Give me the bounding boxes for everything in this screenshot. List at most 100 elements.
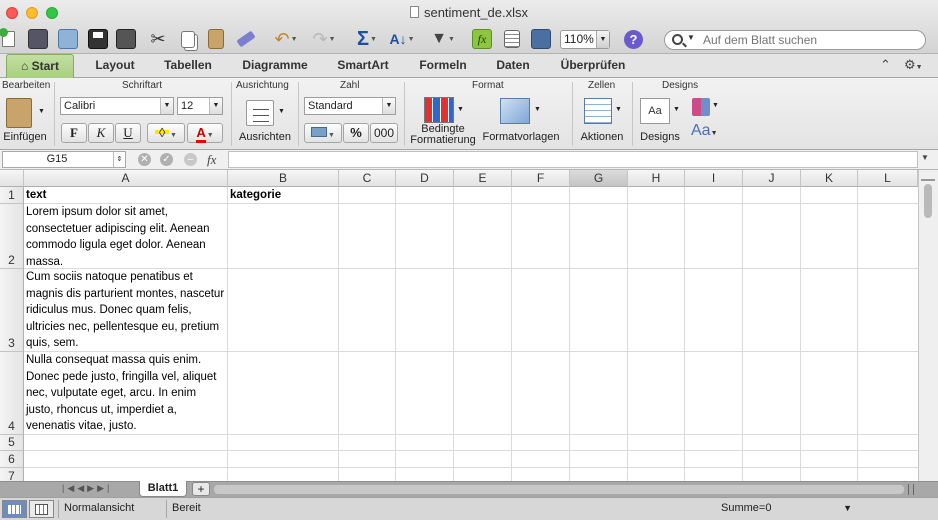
column-header-g[interactable]: G xyxy=(570,170,628,187)
templates-button[interactable] xyxy=(26,26,50,52)
align-dropdown-icon[interactable]: ▼ xyxy=(278,108,285,115)
format-painter-button[interactable] xyxy=(234,26,258,52)
redo-button[interactable]: ↷ ▼ xyxy=(306,26,342,52)
cut-button[interactable]: ✂ xyxy=(146,26,170,52)
number-format-select[interactable]: Standard ▼ xyxy=(304,97,396,115)
paste-large-icon[interactable] xyxy=(6,98,32,128)
tab-ueberpruefen[interactable]: Überprüfen xyxy=(550,54,636,78)
filter-button[interactable]: ▼ ▼ xyxy=(426,26,460,52)
cell-a6[interactable] xyxy=(24,451,228,468)
search-box[interactable]: ▼ xyxy=(664,30,926,50)
media-browser-button[interactable] xyxy=(500,26,524,52)
column-header-a[interactable]: A xyxy=(24,170,228,187)
cell-a5[interactable] xyxy=(24,435,228,451)
tab-layout[interactable]: Layout xyxy=(86,54,144,78)
cell-a7[interactable] xyxy=(24,468,228,481)
row-header[interactable]: 5 xyxy=(0,435,24,451)
name-box[interactable]: G15 ⇕ xyxy=(2,151,126,168)
formula-input[interactable] xyxy=(228,151,918,168)
confirm-formula-icon[interactable]: ✓ xyxy=(160,153,173,166)
column-header-e[interactable]: E xyxy=(454,170,512,187)
column-header-c[interactable]: C xyxy=(339,170,396,187)
search-input[interactable] xyxy=(701,32,921,48)
paste-dropdown-icon[interactable]: ▼ xyxy=(38,108,45,115)
aktionen-label[interactable]: Aktionen xyxy=(576,131,628,143)
row-header[interactable]: 6 xyxy=(0,451,24,468)
sheet-tab-blatt1[interactable]: Blatt1 xyxy=(139,481,187,497)
fill-color-button[interactable]: ◊ ▼ xyxy=(147,123,185,143)
paste-button[interactable] xyxy=(204,26,228,52)
cells-actions-dropdown-icon[interactable]: ▼ xyxy=(615,106,622,113)
format-styles-dropdown-icon[interactable]: ▼ xyxy=(534,106,541,113)
conditional-formatting-icon[interactable] xyxy=(424,97,454,123)
cell-b4[interactable] xyxy=(228,352,339,435)
copy-button[interactable] xyxy=(176,26,200,52)
designs-dropdown-icon[interactable]: ▼ xyxy=(673,106,680,113)
horizontal-scrollbar[interactable] xyxy=(214,485,904,494)
cell-a3[interactable]: Cum sociis natoque penatibus et magnis d… xyxy=(24,269,228,352)
help-icon[interactable]: ? xyxy=(624,30,643,49)
normal-view-button[interactable] xyxy=(2,500,27,518)
tab-formeln[interactable]: Formeln xyxy=(410,54,476,78)
sheet-navigation-arrows[interactable]: |◀◀▶▶| xyxy=(62,483,112,494)
cell-a1[interactable]: text xyxy=(24,187,228,204)
select-all-corner[interactable] xyxy=(0,170,24,187)
font-color-button[interactable]: A▼ xyxy=(187,123,223,143)
designs-label[interactable]: Designs xyxy=(636,131,684,143)
toolbox-button[interactable] xyxy=(528,26,554,52)
row-header[interactable]: 1 xyxy=(0,187,24,204)
thousands-button[interactable]: 000 xyxy=(370,123,398,143)
theme-colors-dropdown-icon[interactable]: ▼ xyxy=(712,102,719,109)
cell-b7[interactable] xyxy=(228,468,339,481)
column-header-d[interactable]: D xyxy=(396,170,454,187)
cell-a2[interactable]: Lorem ipsum dolor sit amet, consectetuer… xyxy=(24,204,228,269)
tab-tabellen[interactable]: Tabellen xyxy=(154,54,222,78)
row-header[interactable]: 7 xyxy=(0,468,24,481)
tab-smartart[interactable]: SmartArt xyxy=(326,54,400,78)
open-button[interactable] xyxy=(56,26,80,52)
cell-a4[interactable]: Nulla consequat massa quis enim. Donec p… xyxy=(24,352,228,435)
column-header-h[interactable]: H xyxy=(628,170,685,187)
split-handle-icon[interactable] xyxy=(908,484,914,495)
expand-formula-bar-icon[interactable]: ▼ xyxy=(921,153,929,162)
print-button[interactable] xyxy=(114,26,138,52)
zoom-select[interactable]: 110% ▼ xyxy=(560,30,610,49)
column-header-j[interactable]: J xyxy=(743,170,801,187)
cell-b2[interactable] xyxy=(228,204,339,269)
theme-fonts-icon[interactable]: Aa▼ xyxy=(691,122,718,140)
cancel-formula-icon[interactable]: ✕ xyxy=(138,153,151,166)
underline-button[interactable]: U xyxy=(115,123,141,143)
row-header[interactable]: 2 xyxy=(0,204,24,269)
font-size-select[interactable]: 12 ▼ xyxy=(177,97,223,115)
row-header[interactable]: 4 xyxy=(0,352,24,435)
theme-colors-icon[interactable] xyxy=(692,98,710,116)
autosum-button[interactable]: Σ ▼ xyxy=(352,26,382,52)
gear-icon[interactable]: ⚙▼ xyxy=(904,57,923,73)
split-handle-icon[interactable] xyxy=(921,171,935,181)
formula-builder-button[interactable]: fx xyxy=(470,26,494,52)
percent-button[interactable]: % xyxy=(343,123,369,143)
add-sheet-button[interactable]: + xyxy=(192,482,210,496)
format-styles-icon[interactable] xyxy=(500,98,530,124)
font-name-select[interactable]: Calibri ▼ xyxy=(60,97,174,115)
cell-b6[interactable] xyxy=(228,451,339,468)
currency-button[interactable]: ▼ xyxy=(304,123,342,143)
formula-options-icon[interactable]: ‒ xyxy=(184,153,197,166)
conditional-formatting-label[interactable]: Bedingte Formatierung xyxy=(408,124,478,146)
tab-daten[interactable]: Daten xyxy=(486,54,540,78)
bold-button[interactable]: F xyxy=(61,123,87,143)
cell-b3[interactable] xyxy=(228,269,339,352)
sum-select[interactable]: Summe=0 ▼ xyxy=(718,501,856,517)
column-header-i[interactable]: I xyxy=(685,170,743,187)
column-header-b[interactable]: B xyxy=(228,170,339,187)
empty-cells-area[interactable] xyxy=(339,187,918,481)
page-layout-view-button[interactable] xyxy=(29,500,54,518)
tab-start[interactable]: ⌂ Start xyxy=(6,54,74,78)
italic-button[interactable]: K xyxy=(88,123,114,143)
column-header-f[interactable]: F xyxy=(512,170,570,187)
cell-b5[interactable] xyxy=(228,435,339,451)
sort-button[interactable]: A↓ ▼ xyxy=(386,26,418,52)
align-icon[interactable] xyxy=(246,100,274,126)
fx-label[interactable]: fx xyxy=(207,152,216,168)
cell-b1[interactable]: kategorie xyxy=(228,187,339,204)
